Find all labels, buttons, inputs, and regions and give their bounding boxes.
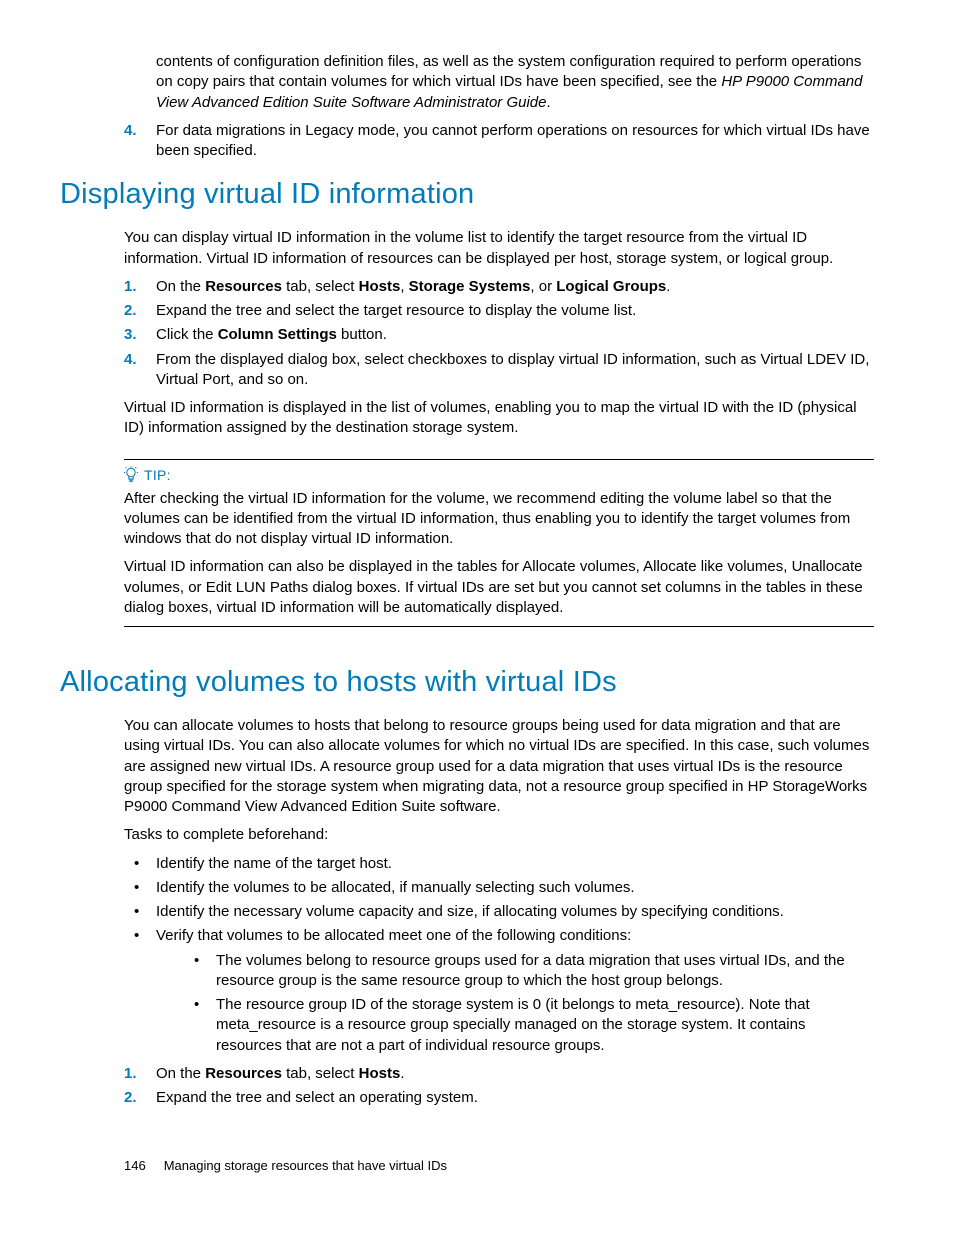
- ui-ref-hosts: Hosts: [359, 1065, 401, 1082]
- section1-steps: 1. On the Resources tab, select Hosts, S…: [124, 277, 894, 390]
- section1-intro: You can display virtual ID information i…: [124, 228, 874, 269]
- step-text: tab, select: [282, 278, 359, 295]
- ui-ref-resources: Resources: [205, 1065, 282, 1082]
- step-text: On the: [156, 278, 205, 295]
- bullet-2: Identify the volumes to be allocated, if…: [124, 878, 874, 898]
- prior-ordered-list: 4. For data migrations in Legacy mode, y…: [124, 121, 894, 162]
- nested-bullet-list: The volumes belong to resource groups us…: [184, 951, 874, 1056]
- section-heading-allocating: Allocating volumes to hosts with virtual…: [60, 663, 894, 702]
- bullet-3: Identify the necessary volume capacity a…: [124, 902, 874, 922]
- step-2: 2. Expand the tree and select an operati…: [124, 1088, 874, 1108]
- list-marker: 3.: [124, 325, 137, 345]
- step-text: button.: [337, 326, 387, 343]
- list-marker: 1.: [124, 277, 137, 297]
- tip-rule-bottom: [124, 626, 874, 627]
- ui-ref-column-settings: Column Settings: [218, 326, 337, 343]
- step-text: Expand the tree and select an operating …: [156, 1089, 478, 1106]
- ui-ref-storage-systems: Storage Systems: [409, 278, 531, 295]
- bullet-text: Identify the volumes to be allocated, if…: [156, 879, 635, 896]
- step-text: On the: [156, 1065, 205, 1082]
- list-item-text: For data migrations in Legacy mode, you …: [156, 122, 870, 159]
- ui-ref-logical-groups: Logical Groups: [556, 278, 666, 295]
- page-footer: 146 Managing storage resources that have…: [124, 1157, 447, 1175]
- step-text: ,: [400, 278, 408, 295]
- step-text: .: [400, 1065, 404, 1082]
- tip-block: TIP: After checking the virtual ID infor…: [124, 459, 874, 627]
- lightbulb-icon: [124, 466, 138, 484]
- list-marker: 4.: [124, 121, 137, 141]
- ui-ref-resources: Resources: [205, 278, 282, 295]
- nested-bullet-1: The volumes belong to resource groups us…: [184, 951, 854, 992]
- tip-rule-top: [124, 459, 874, 460]
- section2-steps: 1. On the Resources tab, select Hosts. 2…: [124, 1064, 894, 1109]
- step-4: 4. From the displayed dialog box, select…: [124, 350, 874, 391]
- chapter-title: Managing storage resources that have vir…: [164, 1157, 447, 1175]
- bullet-text: Verify that volumes to be allocated meet…: [156, 927, 631, 944]
- nested-bullet-2: The resource group ID of the storage sys…: [184, 995, 854, 1056]
- list-marker: 2.: [124, 301, 137, 321]
- tasks-label: Tasks to complete beforehand:: [124, 825, 874, 845]
- step-1: 1. On the Resources tab, select Hosts.: [124, 1064, 874, 1084]
- tasks-bullet-list: Identify the name of the target host. Id…: [124, 854, 894, 1056]
- prior-list-item-4: 4. For data migrations in Legacy mode, y…: [124, 121, 874, 162]
- list-marker: 1.: [124, 1064, 137, 1084]
- step-3: 3. Click the Column Settings button.: [124, 325, 874, 345]
- tip-header: TIP:: [124, 466, 874, 485]
- bullet-1: Identify the name of the target host.: [124, 854, 874, 874]
- bullet-text: Identify the name of the target host.: [156, 855, 392, 872]
- bullet-text: The volumes belong to resource groups us…: [216, 952, 845, 989]
- ui-ref-hosts: Hosts: [359, 278, 401, 295]
- step-2: 2. Expand the tree and select the target…: [124, 301, 874, 321]
- list-marker: 4.: [124, 350, 137, 370]
- section-heading-displaying: Displaying virtual ID information: [60, 175, 894, 214]
- carryover-paragraph: contents of configuration definition fil…: [156, 52, 874, 113]
- bullet-text: The resource group ID of the storage sys…: [216, 996, 810, 1054]
- step-text: From the displayed dialog box, select ch…: [156, 351, 869, 388]
- step-1: 1. On the Resources tab, select Hosts, S…: [124, 277, 874, 297]
- page-number: 146: [124, 1157, 146, 1175]
- tip-label: TIP:: [144, 466, 171, 485]
- step-text: .: [666, 278, 670, 295]
- section2-intro: You can allocate volumes to hosts that b…: [124, 716, 874, 817]
- bullet-text: Identify the necessary volume capacity a…: [156, 903, 784, 920]
- list-marker: 2.: [124, 1088, 137, 1108]
- step-text: Expand the tree and select the target re…: [156, 302, 636, 319]
- step-text: Click the: [156, 326, 218, 343]
- bullet-4: Verify that volumes to be allocated meet…: [124, 926, 874, 1056]
- carryover-end: .: [546, 94, 550, 111]
- step-text: tab, select: [282, 1065, 359, 1082]
- tip-paragraph-1: After checking the virtual ID informatio…: [124, 489, 874, 550]
- step-text: , or: [530, 278, 556, 295]
- section1-after: Virtual ID information is displayed in t…: [124, 398, 874, 439]
- tip-paragraph-2: Virtual ID information can also be displ…: [124, 557, 874, 618]
- document-page: contents of configuration definition fil…: [0, 0, 954, 1235]
